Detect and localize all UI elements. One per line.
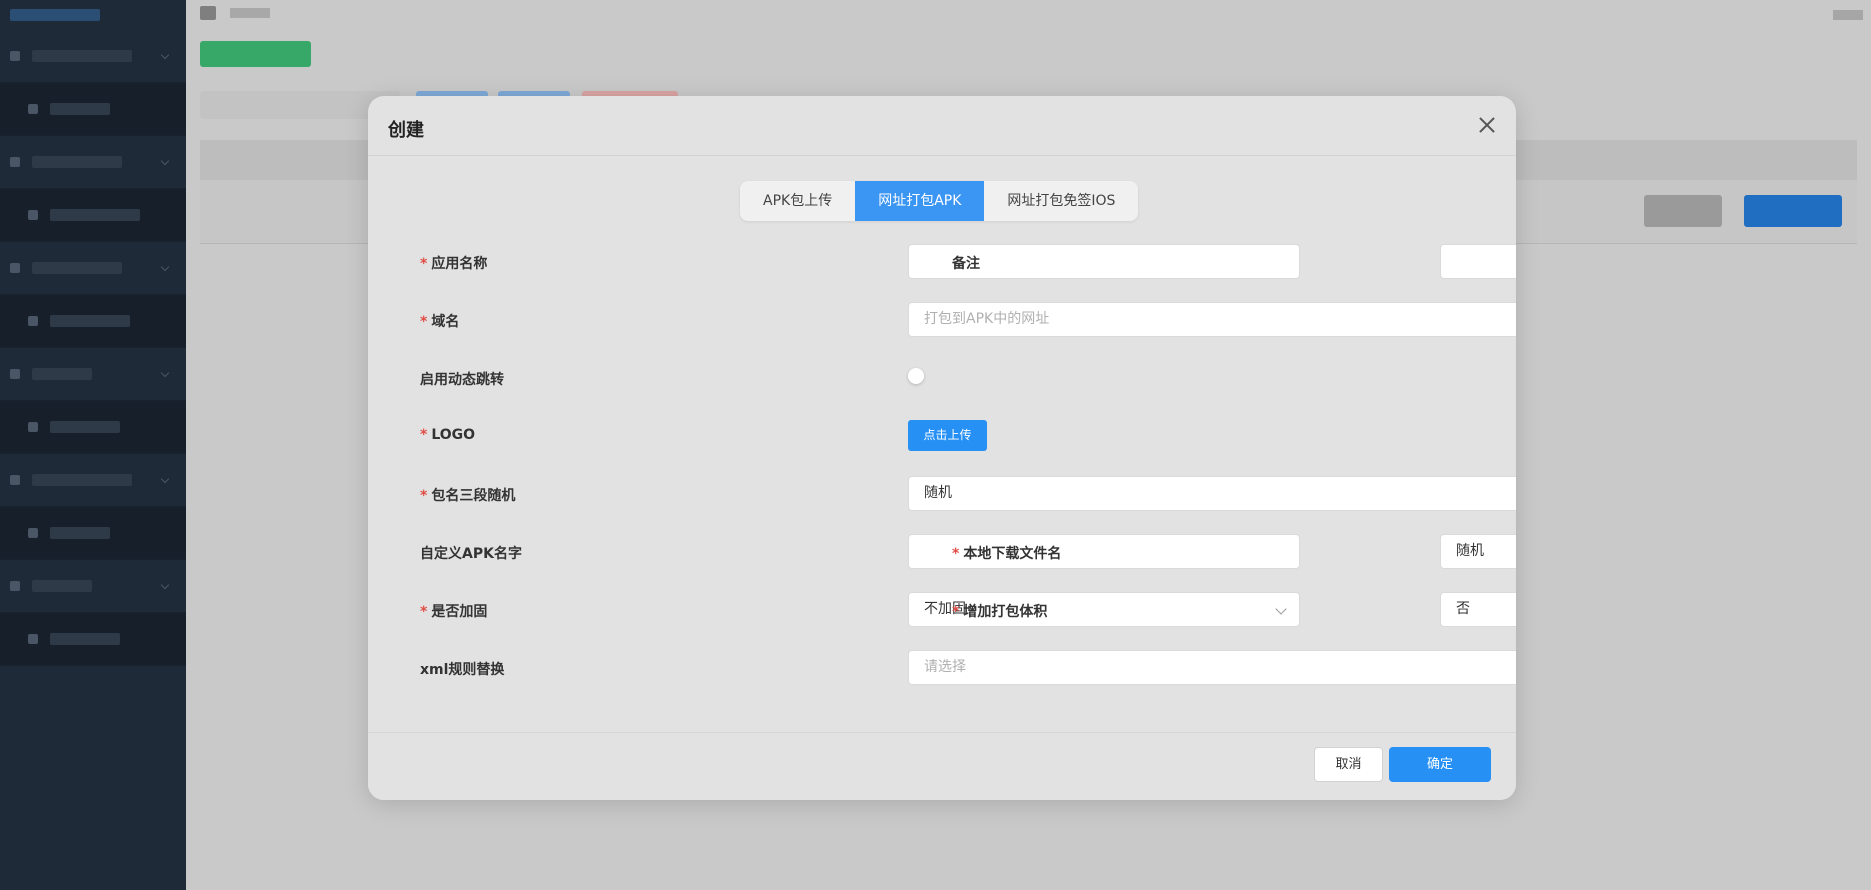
cancel-button[interactable]: 取消 bbox=[1314, 747, 1383, 782]
xml-rule-label: xml规则替换 bbox=[420, 662, 505, 678]
increase-size-label: * 增加打包体积 bbox=[952, 604, 1048, 620]
menu-toggle-icon[interactable] bbox=[200, 6, 216, 20]
dialog-footer: 取消 确定 bbox=[368, 732, 1516, 800]
sidebar-logo bbox=[0, 0, 186, 30]
chevron-down-icon bbox=[1275, 603, 1287, 615]
remark-field[interactable] bbox=[1440, 244, 1516, 279]
dynamic-redirect-label: 启用动态跳转 bbox=[420, 372, 504, 388]
tab-url-ios[interactable]: 网址打包免签IOS bbox=[984, 181, 1138, 221]
tab-url-apk[interactable]: 网址打包APK bbox=[855, 181, 985, 221]
local-filename-select[interactable]: 随机 bbox=[1440, 534, 1516, 569]
add-button[interactable] bbox=[200, 41, 311, 67]
tab-apk-upload[interactable]: APK包上传 bbox=[740, 181, 855, 221]
create-dialog: 创建 APK包上传 网址打包APK 网址打包免签IOS * 应用名称 备注 * 域名… bbox=[368, 96, 1516, 800]
sidebar-item[interactable] bbox=[0, 348, 186, 401]
sidebar-subitem[interactable] bbox=[0, 401, 186, 454]
dialog-title: 创建 bbox=[388, 120, 424, 141]
domain-label: * 域名 bbox=[420, 314, 460, 330]
topbar bbox=[186, 0, 1871, 26]
sidebar-subitem[interactable] bbox=[0, 613, 186, 666]
confirm-button[interactable]: 确定 bbox=[1389, 747, 1491, 782]
local-filename-label: * 本地下载文件名 bbox=[952, 546, 1062, 562]
sidebar-subitem[interactable] bbox=[0, 83, 186, 136]
select-placeholder: 请选择 bbox=[924, 659, 966, 675]
sidebar-subitem[interactable] bbox=[0, 189, 186, 242]
app-name-label: * 应用名称 bbox=[420, 256, 488, 272]
breadcrumb bbox=[230, 8, 270, 18]
logo-label: * LOGO bbox=[420, 427, 476, 443]
domain-field[interactable]: 打包到APK中的网址 bbox=[908, 302, 1516, 337]
dynamic-redirect-switch[interactable] bbox=[908, 367, 944, 385]
package-random-select[interactable]: 随机 bbox=[908, 476, 1516, 511]
sidebar-item[interactable] bbox=[0, 136, 186, 189]
upload-button[interactable]: 点击上传 bbox=[908, 420, 987, 451]
close-icon[interactable] bbox=[1476, 114, 1498, 136]
user-menu[interactable] bbox=[1833, 10, 1863, 20]
select-value: 随机 bbox=[1456, 543, 1484, 559]
remark-label: 备注 bbox=[952, 256, 980, 272]
sidebar-item[interactable] bbox=[0, 454, 186, 507]
sidebar-subitem[interactable] bbox=[0, 295, 186, 348]
row-more-button[interactable] bbox=[1744, 195, 1842, 227]
xml-rule-select[interactable]: 请选择 bbox=[908, 650, 1516, 685]
select-value: 否 bbox=[1456, 601, 1470, 617]
select-value: 随机 bbox=[924, 485, 952, 501]
hardening-label: * 是否加固 bbox=[420, 604, 488, 620]
increase-size-select[interactable]: 否 bbox=[1440, 592, 1516, 627]
sidebar bbox=[0, 0, 186, 890]
dialog-header: 创建 bbox=[368, 96, 1516, 156]
switch-knob bbox=[908, 368, 924, 384]
package-random-label: * 包名三段随机 bbox=[420, 488, 516, 504]
row-action-button[interactable] bbox=[1644, 195, 1722, 227]
custom-apk-name-label: 自定义APK名字 bbox=[420, 546, 522, 562]
sidebar-item[interactable] bbox=[0, 30, 186, 83]
upload-mode-tabs: APK包上传 网址打包APK 网址打包免签IOS bbox=[740, 181, 1139, 221]
sidebar-subitem[interactable] bbox=[0, 507, 186, 560]
sidebar-item[interactable] bbox=[0, 560, 186, 613]
sidebar-item[interactable] bbox=[0, 242, 186, 295]
